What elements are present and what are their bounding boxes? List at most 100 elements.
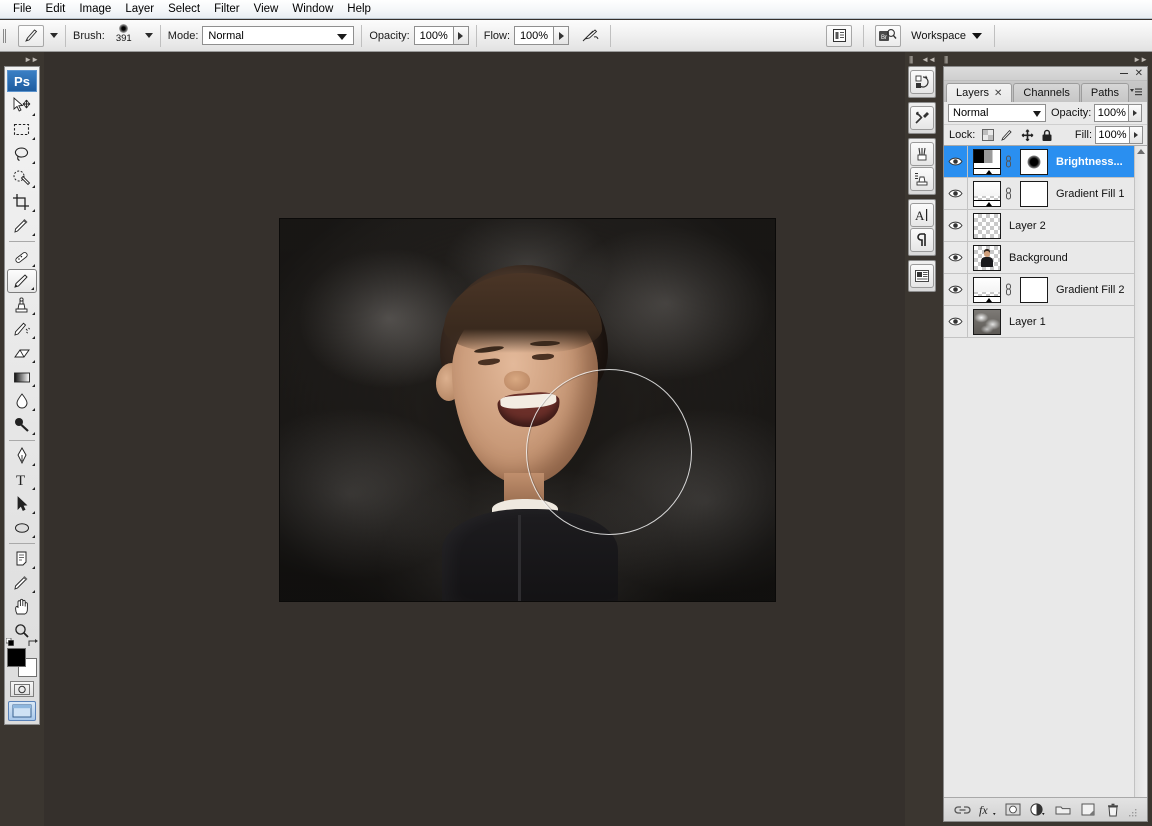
link-mask-icon[interactable] <box>1003 283 1013 296</box>
history-panel-button[interactable] <box>910 70 934 94</box>
tool-lasso[interactable] <box>7 142 37 166</box>
brushes-panel-button[interactable] <box>910 142 934 166</box>
tool-hand[interactable] <box>7 595 37 619</box>
new-fill-adjustment-button[interactable] <box>1029 801 1047 819</box>
dock-header[interactable]: ||| ◄◄ <box>905 52 939 66</box>
tool-preset-caret-icon[interactable] <box>50 33 58 38</box>
layer-list[interactable]: Brightness... <box>944 146 1147 797</box>
new-layer-button[interactable] <box>1079 801 1097 819</box>
layer-name[interactable]: Brightness... <box>1056 156 1123 168</box>
layer-visibility-toggle[interactable] <box>944 146 968 177</box>
layer-opacity-input[interactable]: 100% <box>1094 104 1129 122</box>
layer-list-scrollbar[interactable] <box>1134 146 1147 797</box>
tool-gradient[interactable] <box>7 365 37 389</box>
airbrush-toggle-button[interactable] <box>577 25 603 47</box>
table-row[interactable]: Gradient Fill 2 <box>944 274 1147 306</box>
toggle-palettes-button[interactable] <box>826 25 852 47</box>
tool-dodge[interactable] <box>7 413 37 437</box>
tool-history-brush[interactable] <box>7 317 37 341</box>
resize-grip-icon[interactable] <box>1129 805 1138 814</box>
layer-name[interactable]: Gradient Fill 2 <box>1056 284 1124 296</box>
tool-clone-stamp[interactable] <box>7 293 37 317</box>
flow-input[interactable]: 100% <box>514 26 554 45</box>
layer-visibility-toggle[interactable] <box>944 306 968 337</box>
blend-mode-select[interactable]: Normal <box>202 26 354 45</box>
opacity-input[interactable]: 100% <box>414 26 454 45</box>
fill-slider-button[interactable] <box>1130 126 1143 144</box>
close-icon[interactable]: ✕ <box>994 88 1002 99</box>
layer-thumbnail[interactable] <box>973 277 1001 303</box>
lock-position-icon[interactable] <box>1021 129 1034 142</box>
current-tool-button[interactable] <box>18 25 44 47</box>
minimize-icon[interactable] <box>1120 73 1128 74</box>
options-bar-grip[interactable] <box>0 20 10 51</box>
lock-all-icon[interactable] <box>1041 129 1053 142</box>
layer-visibility-toggle[interactable] <box>944 178 968 209</box>
menu-item-help[interactable]: Help <box>340 1 378 18</box>
panel-menu-button[interactable] <box>1128 85 1144 99</box>
layer-visibility-toggle[interactable] <box>944 210 968 241</box>
layer-comps-button[interactable] <box>910 264 934 288</box>
menu-item-file[interactable]: File <box>6 1 39 18</box>
menu-item-edit[interactable]: Edit <box>39 1 73 18</box>
layer-name[interactable]: Gradient Fill 1 <box>1056 188 1124 200</box>
layer-blend-mode-select[interactable]: Normal <box>948 104 1046 122</box>
link-mask-icon[interactable] <box>1003 155 1013 168</box>
menu-item-layer[interactable]: Layer <box>118 1 161 18</box>
chevron-double-left-icon[interactable]: ◄◄ <box>921 55 935 64</box>
table-row[interactable]: Layer 2 <box>944 210 1147 242</box>
tool-marquee[interactable] <box>7 118 37 142</box>
flow-slider-button[interactable] <box>554 26 569 45</box>
color-swatches[interactable] <box>5 647 39 679</box>
layer-name[interactable]: Layer 1 <box>1009 316 1046 328</box>
close-icon[interactable]: ✕ <box>1135 69 1143 79</box>
default-colors-icon[interactable] <box>6 638 14 646</box>
tool-healing-brush[interactable] <box>7 245 37 269</box>
tool-eyedropper[interactable] <box>7 214 37 238</box>
layer-thumbnail[interactable] <box>973 181 1001 207</box>
layer-style-button[interactable]: fx <box>979 801 997 819</box>
layers-panel-header[interactable]: ||| ►► <box>939 52 1152 66</box>
tab-channels[interactable]: Channels <box>1013 83 1079 102</box>
tool-move[interactable] <box>7 94 37 118</box>
tool-color-sampler[interactable] <box>7 571 37 595</box>
link-layers-button[interactable] <box>954 801 972 819</box>
table-row[interactable]: Layer 1 <box>944 306 1147 338</box>
go-to-bridge-button[interactable]: Br <box>875 25 901 47</box>
fill-input[interactable]: 100% <box>1095 126 1130 144</box>
layer-mask-thumbnail[interactable] <box>1020 181 1048 207</box>
add-layer-mask-button[interactable] <box>1004 801 1022 819</box>
tool-quick-selection[interactable] <box>7 166 37 190</box>
layer-name[interactable]: Background <box>1009 252 1068 264</box>
layer-thumbnail[interactable] <box>973 149 1001 175</box>
swap-colors-icon[interactable] <box>27 638 39 648</box>
layer-name[interactable]: Layer 2 <box>1009 220 1046 232</box>
menu-item-select[interactable]: Select <box>161 1 207 18</box>
tab-paths[interactable]: Paths <box>1081 83 1129 102</box>
layer-mask-thumbnail[interactable] <box>1020 149 1048 175</box>
lock-transparent-pixels-icon[interactable] <box>982 129 994 141</box>
scroll-up-arrow-icon[interactable] <box>1137 149 1145 154</box>
canvas-area[interactable] <box>44 52 905 826</box>
tool-brush[interactable] <box>7 269 37 293</box>
quick-mask-button[interactable] <box>10 681 34 697</box>
menu-item-window[interactable]: Window <box>285 1 340 18</box>
menu-item-filter[interactable]: Filter <box>207 1 247 18</box>
layer-thumbnail[interactable] <box>973 309 1001 335</box>
tool-pen[interactable] <box>7 444 37 468</box>
tool-type[interactable]: T <box>7 468 37 492</box>
layer-mask-thumbnail[interactable] <box>1020 277 1048 303</box>
tool-path-selection[interactable] <box>7 492 37 516</box>
tool-blur[interactable] <box>7 389 37 413</box>
paragraph-panel-button[interactable] <box>910 228 934 252</box>
tool-notes[interactable] <box>7 547 37 571</box>
screen-mode-button[interactable] <box>8 701 36 721</box>
layer-thumbnail[interactable] <box>973 245 1001 271</box>
clone-source-button[interactable] <box>910 167 934 191</box>
foreground-color-swatch[interactable] <box>7 648 26 667</box>
tab-layers[interactable]: Layers ✕ <box>946 83 1012 102</box>
lock-image-pixels-icon[interactable] <box>1001 129 1014 141</box>
brush-picker-caret-icon[interactable] <box>145 33 153 38</box>
document-canvas[interactable] <box>279 218 776 602</box>
tools-panel-collapse-button[interactable]: ►► <box>0 52 44 66</box>
